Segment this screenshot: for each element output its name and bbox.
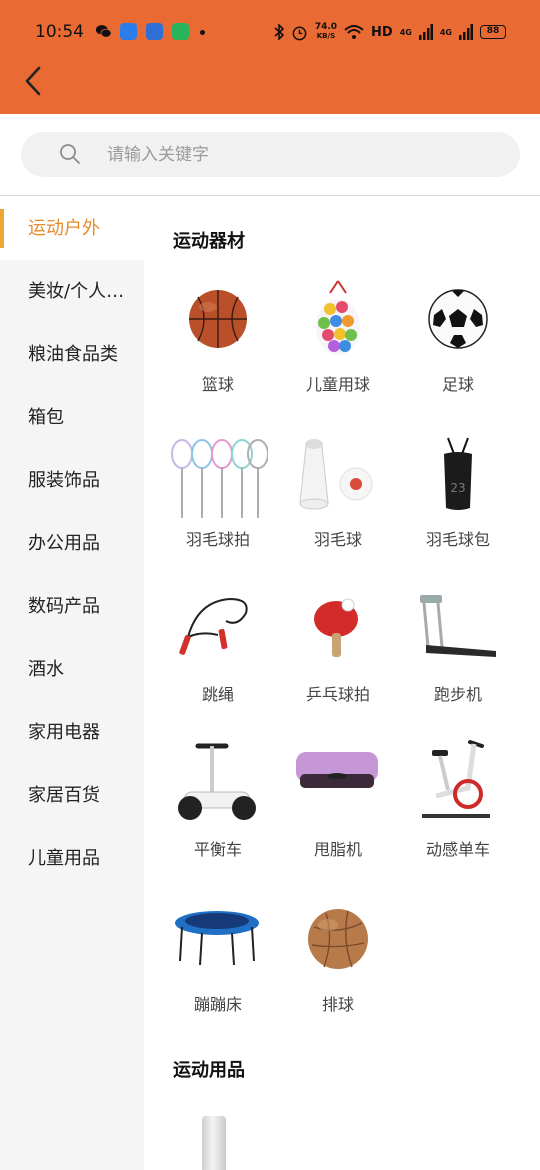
sidebar-item-apparel[interactable]: 服装饰品 [0, 449, 144, 512]
basketball-icon [189, 290, 247, 348]
signal-1-label: 4G [399, 27, 412, 37]
net-speed-unit: KB/S [316, 32, 336, 40]
item-label: 羽毛球拍 [185, 530, 250, 549]
section-title: 运动器材 [173, 231, 245, 252]
item-label: 羽毛球包 [425, 530, 490, 549]
app-header: 10:54 74.0 KB/S HD 4G 4G 88 [0, 0, 540, 114]
grid-item-ping-pong[interactable]: 乒乓球拍 [278, 589, 398, 744]
item-label: 儿童用球 [305, 375, 370, 394]
search-box[interactable] [21, 132, 520, 177]
sidebar-item-kids[interactable]: 儿童用品 [0, 827, 144, 890]
category-sidebar: 运动户外 美妆/个人… 粮油食品类 箱包 服装饰品 办公用品 数码产品 酒水 家… [0, 197, 144, 1170]
grid-item-jump-rope[interactable]: 跳绳 [158, 589, 278, 744]
item-label: 平衡车 [193, 840, 242, 859]
sidebar-item-office[interactable]: 办公用品 [0, 512, 144, 575]
status-indicators: 74.0 KB/S HD 4G 4G 88 [274, 20, 506, 44]
bottle-icon[interactable] [202, 1116, 226, 1170]
grid-item-kids-balls[interactable]: 儿童用球 [278, 279, 398, 434]
trampoline-icon [175, 911, 259, 966]
sidebar-item-grain-oil-food[interactable]: 粮油食品类 [0, 323, 144, 386]
grid-item-basketball[interactable]: 篮球 [158, 279, 278, 434]
sidebar-item-beauty[interactable]: 美妆/个人… [0, 260, 144, 323]
bluetooth-icon [274, 24, 284, 40]
net-speed: 74.0 KB/S [315, 23, 337, 41]
sidebar-item-household[interactable]: 家居百货 [0, 764, 144, 827]
item-label: 羽毛球 [313, 530, 362, 549]
grid-item-soccer[interactable]: 足球 [398, 279, 518, 434]
signal-2-icon [459, 24, 473, 40]
video-app-icon [172, 23, 189, 40]
badminton-racket-icon [171, 439, 268, 518]
grid-item-treadmill[interactable]: 跑步机 [398, 589, 518, 744]
sidebar-item-appliances[interactable]: 家用电器 [0, 701, 144, 764]
item-label: 蹦蹦床 [193, 995, 242, 1014]
item-label: 排球 [321, 995, 354, 1014]
ping-pong-paddle-icon [314, 598, 358, 657]
item-label: 跳绳 [201, 685, 234, 704]
status-time: 10:54 [35, 22, 84, 42]
grid-item-badminton-racket[interactable]: 羽毛球拍 [158, 434, 278, 589]
item-label: 足球 [441, 375, 474, 394]
grid-item-trampoline[interactable]: 蹦蹦床 [158, 899, 278, 1054]
notification-dot-icon [200, 30, 205, 35]
product-grid: 篮球 儿童用球 足球 羽毛球拍 羽毛球 23 羽毛球包 跳绳 乒乓球拍 跑步机 … [158, 279, 518, 1054]
status-bar: 10:54 74.0 KB/S HD 4G 4G 88 [0, 0, 540, 64]
battery-icon: 88 [480, 25, 506, 39]
net-speed-value: 74.0 [314, 22, 338, 32]
sidebar-item-digital[interactable]: 数码产品 [0, 575, 144, 638]
grid-item-volleyball[interactable]: 排球 [278, 899, 398, 1054]
hd-indicator: HD [371, 24, 393, 40]
vibration-plate-icon [296, 752, 378, 788]
spin-bike-icon [422, 740, 490, 818]
grid-item-vibration-plate[interactable]: 甩脂机 [278, 744, 398, 899]
item-label: 篮球 [201, 375, 234, 394]
wifi-icon [344, 25, 364, 39]
grid-item-balance-scooter[interactable]: 平衡车 [158, 743, 278, 899]
sidebar-item-sports-outdoor[interactable]: 运动户外 [0, 197, 144, 260]
alipay-icon [146, 23, 163, 40]
svg-text:23: 23 [450, 481, 465, 495]
sidebar-item-liquor[interactable]: 酒水 [0, 638, 144, 701]
wechat-icon [95, 25, 112, 38]
treadmill-icon [420, 595, 496, 657]
jump-rope-icon [179, 597, 248, 655]
grid-item-shuttlecock[interactable]: 羽毛球 [278, 434, 398, 589]
kids-balls-icon [316, 280, 360, 355]
volleyball-icon [308, 909, 368, 969]
sidebar-item-bags[interactable]: 箱包 [0, 386, 144, 449]
back-arrow-icon[interactable] [22, 64, 46, 98]
grid-item-spin-bike[interactable]: 动感单车 [398, 740, 518, 899]
item-label: 甩脂机 [313, 840, 362, 859]
item-label: 动感单车 [425, 840, 490, 859]
soccer-ball-icon [428, 289, 488, 349]
search-input[interactable] [107, 132, 487, 177]
balance-scooter-icon [178, 743, 256, 820]
search-icon [60, 144, 80, 164]
signal-2-label: 4G [439, 27, 452, 37]
item-label: 跑步机 [433, 685, 482, 704]
shuttlecock-icon [299, 439, 373, 510]
signal-1-icon [418, 24, 433, 40]
badminton-bag-icon: 23 [444, 437, 472, 510]
section-title: 运动用品 [173, 1060, 245, 1081]
grid-item-badminton-bag[interactable]: 23 羽毛球包 [398, 434, 518, 589]
search-bar-area [0, 114, 540, 196]
item-label: 乒乓球拍 [305, 685, 370, 704]
browser-app-icon [120, 23, 137, 40]
category-content: 运动器材 篮球 儿童用球 足球 羽毛球拍 羽毛球 23 羽毛球包 跳绳 乒乓球拍… [144, 197, 540, 1170]
alarm-icon [292, 26, 307, 40]
